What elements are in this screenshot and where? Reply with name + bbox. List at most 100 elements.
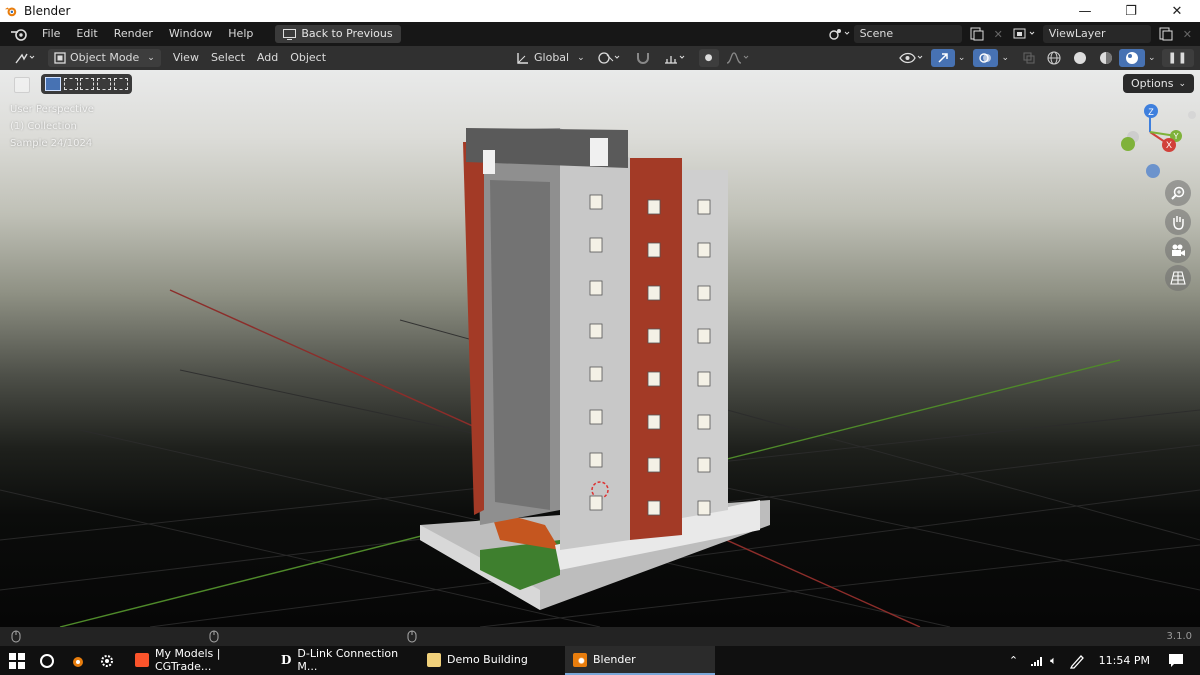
building-window [647, 457, 661, 473]
cortana-search-icon[interactable] [39, 653, 55, 669]
taskbar-item-cgtrader[interactable]: My Models | CGTrade... [127, 646, 273, 675]
menu-window[interactable]: Window [161, 22, 220, 46]
select-extend-icon[interactable] [63, 78, 78, 90]
falloff-dropdown[interactable] [719, 49, 757, 67]
menu-view[interactable]: View [167, 49, 205, 67]
building-window [589, 194, 603, 210]
proportional-icon: ● [704, 53, 713, 63]
pivot-icon [598, 52, 620, 64]
view-layer-icon[interactable] [1013, 27, 1039, 41]
menu-add[interactable]: Add [251, 49, 284, 67]
3d-viewport[interactable]: Z Y X User Perspective (1) Collection Sa… [0, 70, 1200, 627]
gizmo-x-label: X [1166, 140, 1172, 150]
new-scene-icon[interactable] [966, 25, 988, 43]
pause-render-button[interactable]: ❚❚ [1161, 49, 1194, 67]
viewport-header: Object Mode ⌄ View Select Add Object Glo… [0, 46, 1200, 70]
xray-toggle[interactable] [1017, 49, 1041, 67]
camera-view-button[interactable] [1165, 237, 1191, 263]
menu-edit[interactable]: Edit [68, 22, 105, 46]
shading-material[interactable] [1093, 49, 1119, 67]
screen-icon [283, 28, 297, 40]
taskbar-item-dlink[interactable]: D D-Link Connection M... [273, 646, 419, 675]
material-sphere-icon [1100, 52, 1113, 64]
mode-dropdown[interactable]: Object Mode ⌄ [48, 49, 161, 67]
shading-wireframe[interactable] [1041, 49, 1067, 67]
shading-solid[interactable] [1067, 49, 1093, 67]
options-dropdown[interactable]: Options ⌄ [1123, 74, 1194, 93]
windows-start-icon[interactable] [9, 652, 25, 669]
settings-gear-icon[interactable] [99, 653, 115, 669]
grid-perspective-icon [1170, 271, 1186, 285]
building-window [589, 323, 603, 339]
mode-label: Object Mode [70, 51, 140, 64]
back-to-previous-button[interactable]: Back to Previous [275, 25, 401, 43]
mouse-left-icon [11, 630, 21, 643]
pivot-point-dropdown[interactable] [591, 49, 629, 67]
building-window [697, 457, 711, 473]
visibility-dropdown[interactable] [893, 49, 931, 67]
chevron-down-icon: ⌄ [147, 53, 155, 63]
snap-toggle[interactable] [629, 49, 657, 67]
xray-icon [1023, 52, 1035, 64]
view-layer-field[interactable]: ViewLayer [1042, 25, 1151, 43]
wifi-signal-icon[interactable] [1030, 655, 1044, 667]
pan-tool-button[interactable] [1165, 209, 1191, 235]
delete-view-layer-icon[interactable]: ✕ [1183, 28, 1192, 41]
editor-type-button[interactable] [8, 49, 44, 67]
chevron-up-icon[interactable]: ⌃ [1009, 654, 1018, 667]
menu-object[interactable]: Object [284, 49, 332, 67]
hand-icon [1173, 216, 1184, 230]
rendered-sphere-icon [1126, 52, 1139, 64]
blender-pinned-icon[interactable] [69, 653, 85, 669]
delete-scene-icon[interactable]: ✕ [994, 28, 1003, 41]
proportional-editing-toggle[interactable]: ● [698, 49, 719, 67]
select-new-icon[interactable] [45, 77, 62, 91]
restore-button[interactable]: ❐ [1108, 0, 1154, 22]
taskbar-item-demo-building[interactable]: Demo Building [419, 646, 565, 675]
clock-time: 11:54 PM [1098, 654, 1150, 667]
falloff-curve-icon [726, 52, 748, 64]
close-button[interactable]: ✕ [1154, 0, 1200, 22]
overlays-toggle[interactable] [973, 49, 999, 67]
wireframe-sphere-icon [1047, 51, 1061, 65]
scene-icon[interactable] [828, 27, 850, 41]
title-bar: Blender — ❐ ✕ [0, 0, 1200, 22]
select-intersect-icon[interactable] [113, 78, 128, 90]
snap-increment-icon [664, 55, 685, 64]
mouse-middle-icon [209, 630, 219, 643]
gizmo-toggle[interactable] [930, 49, 955, 67]
gizmo-z-label: Z [1148, 107, 1154, 117]
volume-icon[interactable]: 🔈︎ [1050, 654, 1057, 668]
perspective-toggle-button[interactable] [1165, 265, 1191, 291]
zoom-tool-button[interactable] [1165, 180, 1191, 206]
menu-help[interactable]: Help [220, 22, 261, 46]
chevron-down-icon[interactable]: ⌄ [958, 53, 966, 63]
status-bar: 3.1.0 [0, 627, 1200, 646]
scene-field[interactable]: Scene [853, 25, 962, 43]
select-invert-icon[interactable] [97, 78, 112, 90]
overlays-icon [979, 53, 992, 63]
minimize-button[interactable]: — [1062, 0, 1108, 22]
blender-logo-icon [4, 7, 17, 17]
new-view-layer-icon[interactable] [1155, 25, 1177, 43]
building-window [697, 242, 711, 258]
editor-type-icon [15, 53, 35, 64]
orientation-label: Global [534, 51, 570, 64]
window-title: Blender [24, 4, 71, 18]
viewport-sample-text: Sample 24/1024 [10, 138, 93, 149]
menu-file[interactable]: File [34, 22, 68, 46]
viewport-perspective-text: User Perspective [10, 104, 94, 115]
taskbar-item-blender[interactable]: Blender [565, 646, 715, 675]
transform-orientation-dropdown[interactable]: Global ⌄ [510, 49, 591, 67]
select-all-box[interactable] [14, 77, 30, 93]
pen-workspace-icon[interactable] [1069, 653, 1085, 669]
menu-select[interactable]: Select [205, 49, 251, 67]
shading-rendered[interactable] [1119, 49, 1146, 67]
select-subtract-icon[interactable] [80, 78, 95, 90]
snap-target-dropdown[interactable] [657, 49, 695, 67]
menu-render[interactable]: Render [106, 22, 161, 46]
notification-icon[interactable] [1168, 653, 1184, 668]
blender-menu-icon[interactable] [10, 27, 28, 41]
chevron-down-icon[interactable]: ⌄ [1148, 53, 1156, 63]
chevron-down-icon[interactable]: ⌄ [1001, 53, 1009, 63]
